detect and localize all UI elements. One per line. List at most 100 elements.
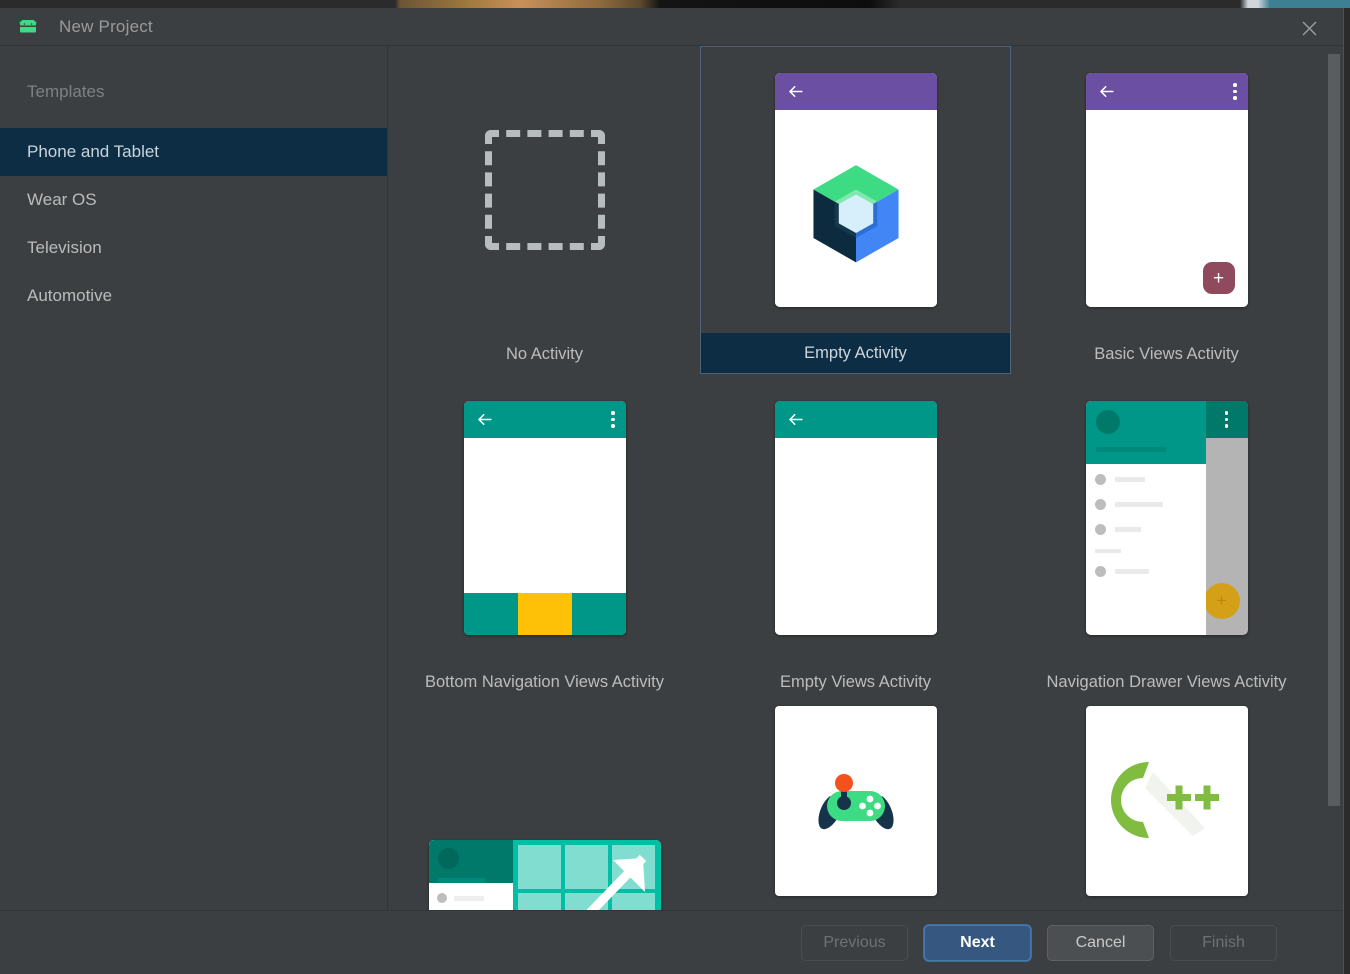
- dashed-square-icon: [485, 130, 605, 250]
- previous-button-label: Previous: [823, 934, 885, 952]
- templates-grid-pane: No Activity: [388, 46, 1343, 910]
- sidebar-item-label: Wear OS: [27, 190, 97, 210]
- scrollbar-thumb[interactable]: [1328, 54, 1340, 806]
- sidebar-item-television[interactable]: Television: [0, 224, 387, 272]
- template-tile-basic-views-activity[interactable]: + Basic Views Activity: [1011, 46, 1322, 374]
- list-item: [1095, 474, 1197, 485]
- preview-appbar: [1086, 73, 1248, 110]
- phone-preview: [775, 401, 937, 635]
- template-tile-empty-activity[interactable]: Empty Activity: [700, 46, 1011, 374]
- template-tile-no-activity[interactable]: No Activity: [389, 46, 700, 374]
- template-tile-label: Basic Views Activity: [1011, 334, 1322, 374]
- preview-content: +: [1086, 110, 1248, 307]
- sidebar-item-wear-os[interactable]: Wear OS: [0, 176, 387, 224]
- next-button[interactable]: Next: [924, 925, 1031, 961]
- list-item: [437, 893, 505, 903]
- tile-artwork: [700, 702, 1011, 910]
- preview-content: [775, 438, 937, 635]
- overflow-menu-icon: [611, 411, 615, 428]
- native-cpp-preview: [1086, 706, 1248, 896]
- new-project-dialog: New Project Templates Phone and Tablet W…: [0, 8, 1344, 974]
- close-icon[interactable]: [1297, 16, 1321, 40]
- template-tile-native-cpp[interactable]: Native C++: [1011, 702, 1322, 910]
- overflow-menu-icon: [1225, 411, 1229, 428]
- game-controller-icon: [810, 770, 902, 832]
- list-item-line: [454, 896, 484, 901]
- sidebar-item-label: Television: [27, 238, 102, 258]
- sidebar-item-label: Phone and Tablet: [27, 142, 159, 162]
- overflow-menu-icon: [1233, 83, 1237, 100]
- phone-preview: [775, 73, 937, 307]
- drawer-item-list: [429, 883, 513, 910]
- cancel-button-label: Cancel: [1076, 934, 1126, 952]
- template-tile-label: Empty Activity: [701, 333, 1010, 373]
- avatar: [1096, 410, 1120, 434]
- compose-cube-icon: [775, 110, 937, 307]
- desktop-background-strip: [0, 0, 1350, 8]
- floating-action-button-icon: +: [1203, 262, 1235, 294]
- preview-appbar: [1206, 401, 1248, 438]
- previous-button[interactable]: Previous: [801, 925, 908, 961]
- list-item: [1095, 566, 1197, 577]
- back-arrow-icon: [786, 82, 805, 101]
- list-item: [1095, 499, 1197, 510]
- dialog-footer: Previous Next Cancel Finish: [0, 910, 1343, 974]
- template-tile-navigation-drawer-views-activity[interactable]: +: [1011, 374, 1322, 702]
- trending-arrow-icon: [513, 840, 661, 910]
- list-item-icon: [437, 893, 447, 903]
- drawer-item-list: [1086, 464, 1206, 635]
- tile-artwork: [389, 46, 700, 334]
- list-item-icon: [1095, 566, 1106, 577]
- tile-artwork: +: [1011, 46, 1322, 334]
- cancel-button[interactable]: Cancel: [1047, 925, 1154, 961]
- list-item: [1095, 524, 1197, 535]
- template-tile-bottom-navigation-views-activity[interactable]: Bottom Navigation Views Activity: [389, 374, 700, 702]
- templates-sidebar: Templates Phone and Tablet Wear OS Telev…: [0, 46, 388, 910]
- preview-navigation-drawer: [429, 840, 513, 910]
- drawer-header-line: [1096, 447, 1166, 452]
- drawer-divider: [1095, 549, 1121, 553]
- android-robot-icon: [17, 19, 39, 35]
- template-tile-label: Empty Views Activity: [700, 662, 1011, 702]
- phone-preview: +: [1086, 73, 1248, 307]
- finish-button-label: Finish: [1202, 934, 1245, 952]
- preview-bottom-navigation: [464, 593, 626, 635]
- drawer-header: [429, 840, 513, 883]
- avatar: [438, 848, 459, 869]
- phone-preview: +: [1086, 401, 1248, 635]
- sidebar-header: Templates: [0, 54, 387, 128]
- templates-scrollbar[interactable]: [1325, 46, 1343, 910]
- responsive-grid-preview: [429, 840, 661, 910]
- preview-content: [775, 110, 937, 307]
- preview-appbar: [775, 401, 937, 438]
- template-tile-label: No Activity: [389, 334, 700, 374]
- floating-action-button-icon: +: [1204, 583, 1240, 619]
- list-item-icon: [1095, 474, 1106, 485]
- preview-appbar: [464, 401, 626, 438]
- preview-content: [464, 438, 626, 593]
- list-item-icon: [1095, 499, 1106, 510]
- tile-artwork: [389, 702, 700, 910]
- preview-appbar: [775, 73, 937, 110]
- list-item-line: [1115, 502, 1163, 507]
- template-tile-responsive-views-activity[interactable]: Responsive Views Activity: [389, 702, 700, 910]
- tile-artwork: [701, 47, 1010, 333]
- back-arrow-icon: [1097, 82, 1116, 101]
- cplusplus-logo-icon: [1109, 758, 1225, 844]
- page-title: New Project: [59, 17, 153, 37]
- template-tile-empty-views-activity[interactable]: Empty Views Activity: [700, 374, 1011, 702]
- game-preview: [775, 706, 937, 896]
- sidebar-item-automotive[interactable]: Automotive: [0, 272, 387, 320]
- sidebar-item-phone-and-tablet[interactable]: Phone and Tablet: [0, 128, 387, 176]
- templates-grid: No Activity: [388, 46, 1343, 910]
- dialog-titlebar: New Project: [0, 8, 1343, 46]
- finish-button[interactable]: Finish: [1170, 925, 1277, 961]
- phone-preview: [464, 401, 626, 635]
- template-tile-label: Navigation Drawer Views Activity: [1011, 662, 1322, 702]
- template-tile-game-activity[interactable]: Game Activity: [700, 702, 1011, 910]
- drawer-header: [1086, 401, 1206, 464]
- tile-artwork: [700, 374, 1011, 662]
- tile-artwork: [1011, 702, 1322, 910]
- back-arrow-icon: [786, 410, 805, 429]
- list-item-icon: [1095, 524, 1106, 535]
